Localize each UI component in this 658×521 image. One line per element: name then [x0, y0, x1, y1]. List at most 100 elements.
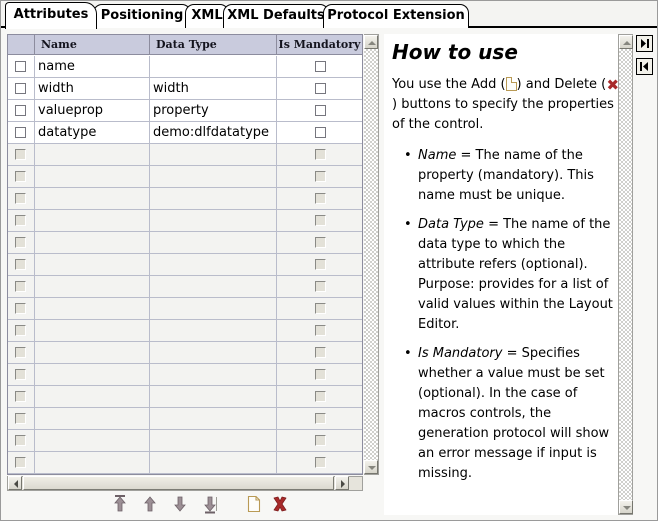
table-row[interactable] [8, 188, 362, 210]
collapse-panel-left-button[interactable] [636, 58, 653, 75]
table-row[interactable] [8, 386, 362, 408]
table-row[interactable]: datatype demo:dlfdatatype [8, 122, 362, 144]
row-select-checkbox[interactable] [15, 303, 26, 314]
row-select-checkbox[interactable] [15, 413, 26, 424]
table-row[interactable] [8, 320, 362, 342]
row-select-checkbox[interactable] [15, 193, 26, 204]
mandatory-checkbox[interactable] [315, 369, 326, 380]
cell-name[interactable] [34, 452, 149, 473]
cell-name[interactable] [34, 320, 149, 341]
cell-data-type[interactable] [149, 254, 276, 275]
cell-name[interactable]: valueprop [34, 100, 149, 121]
mandatory-checkbox[interactable] [315, 457, 326, 468]
table-row[interactable] [8, 144, 362, 166]
mandatory-checkbox[interactable] [315, 435, 326, 446]
mandatory-checkbox[interactable] [315, 61, 326, 72]
tab-xml-defaults[interactable]: XML Defaults [223, 4, 329, 28]
row-select-checkbox[interactable] [15, 391, 26, 402]
tab-positioning[interactable]: Positioning [93, 4, 191, 28]
table-row[interactable] [8, 254, 362, 276]
cell-name[interactable]: name [34, 56, 149, 77]
cell-data-type[interactable] [149, 430, 276, 451]
mandatory-checkbox[interactable] [315, 325, 326, 336]
attributes-grid[interactable]: Name Data Type Is Mandatory name width width… [7, 34, 363, 475]
table-row[interactable]: width width [8, 78, 362, 100]
row-select-checkbox[interactable] [15, 369, 26, 380]
scroll-left-button[interactable] [8, 476, 22, 490]
table-row[interactable] [8, 452, 362, 474]
cell-name[interactable] [34, 276, 149, 297]
row-select-checkbox[interactable] [15, 149, 26, 160]
cell-name[interactable] [34, 342, 149, 363]
table-row[interactable] [8, 166, 362, 188]
mandatory-checkbox[interactable] [315, 105, 326, 116]
cell-name[interactable] [34, 166, 149, 187]
row-select-checkbox[interactable] [15, 281, 26, 292]
cell-data-type[interactable] [149, 188, 276, 209]
help-scroll-up-button[interactable] [619, 35, 633, 49]
row-select-checkbox[interactable] [15, 127, 26, 138]
move-down-icon[interactable] [169, 493, 191, 515]
cell-data-type[interactable] [149, 210, 276, 231]
cell-data-type[interactable] [149, 276, 276, 297]
row-select-checkbox[interactable] [15, 325, 26, 336]
cell-name[interactable] [34, 254, 149, 275]
row-select-checkbox[interactable] [15, 215, 26, 226]
table-horizontal-scrollbar[interactable] [7, 476, 363, 491]
row-select-checkbox[interactable] [15, 237, 26, 248]
horizontal-scroll-thumb[interactable] [23, 476, 334, 490]
cell-data-type[interactable] [149, 166, 276, 187]
expand-panel-right-button[interactable] [636, 35, 653, 52]
table-row[interactable] [8, 364, 362, 386]
delete-x-icon[interactable] [269, 493, 291, 515]
cell-data-type[interactable] [149, 386, 276, 407]
move-to-top-icon[interactable] [109, 493, 131, 515]
column-header-select[interactable] [8, 35, 34, 55]
cell-name[interactable] [34, 298, 149, 319]
cell-data-type[interactable] [149, 320, 276, 341]
cell-name[interactable] [34, 188, 149, 209]
column-header-data-type[interactable]: Data Type [149, 35, 276, 55]
cell-data-type[interactable] [149, 452, 276, 473]
scroll-down-button[interactable] [364, 460, 378, 474]
move-to-bottom-icon[interactable] [199, 493, 221, 515]
table-row[interactable]: valueprop property [8, 100, 362, 122]
cell-name[interactable] [34, 386, 149, 407]
add-page-icon[interactable] [243, 493, 265, 515]
mandatory-checkbox[interactable] [315, 171, 326, 182]
tab-attributes[interactable]: Attributes [5, 2, 97, 29]
help-panel-scrollbar[interactable] [618, 34, 633, 515]
row-select-checkbox[interactable] [15, 259, 26, 270]
cell-data-type[interactable]: width [149, 78, 276, 99]
cell-data-type[interactable] [149, 232, 276, 253]
table-row[interactable] [8, 232, 362, 254]
column-header-is-mandatory[interactable]: Is Mandatory [276, 35, 362, 55]
mandatory-checkbox[interactable] [315, 347, 326, 358]
row-select-checkbox[interactable] [15, 105, 26, 116]
mandatory-checkbox[interactable] [315, 215, 326, 226]
cell-data-type[interactable] [149, 408, 276, 429]
mandatory-checkbox[interactable] [315, 303, 326, 314]
mandatory-checkbox[interactable] [315, 259, 326, 270]
column-header-name[interactable]: Name [34, 35, 149, 55]
tab-protocol-extension[interactable]: Protocol Extension [323, 4, 469, 28]
row-select-checkbox[interactable] [15, 457, 26, 468]
move-up-icon[interactable] [139, 493, 161, 515]
mandatory-checkbox[interactable] [315, 413, 326, 424]
mandatory-checkbox[interactable] [315, 83, 326, 94]
row-select-checkbox[interactable] [15, 347, 26, 358]
mandatory-checkbox[interactable] [315, 127, 326, 138]
table-row[interactable]: name [8, 56, 362, 78]
cell-data-type[interactable] [149, 144, 276, 165]
help-scroll-down-button[interactable] [619, 500, 633, 514]
cell-name[interactable] [34, 210, 149, 231]
cell-data-type[interactable] [149, 56, 276, 77]
cell-name[interactable] [34, 144, 149, 165]
table-row[interactable] [8, 298, 362, 320]
row-select-checkbox[interactable] [15, 435, 26, 446]
cell-data-type[interactable] [149, 298, 276, 319]
table-vertical-scrollbar[interactable] [364, 34, 379, 475]
table-row[interactable] [8, 276, 362, 298]
cell-data-type[interactable]: property [149, 100, 276, 121]
cell-name[interactable] [34, 364, 149, 385]
